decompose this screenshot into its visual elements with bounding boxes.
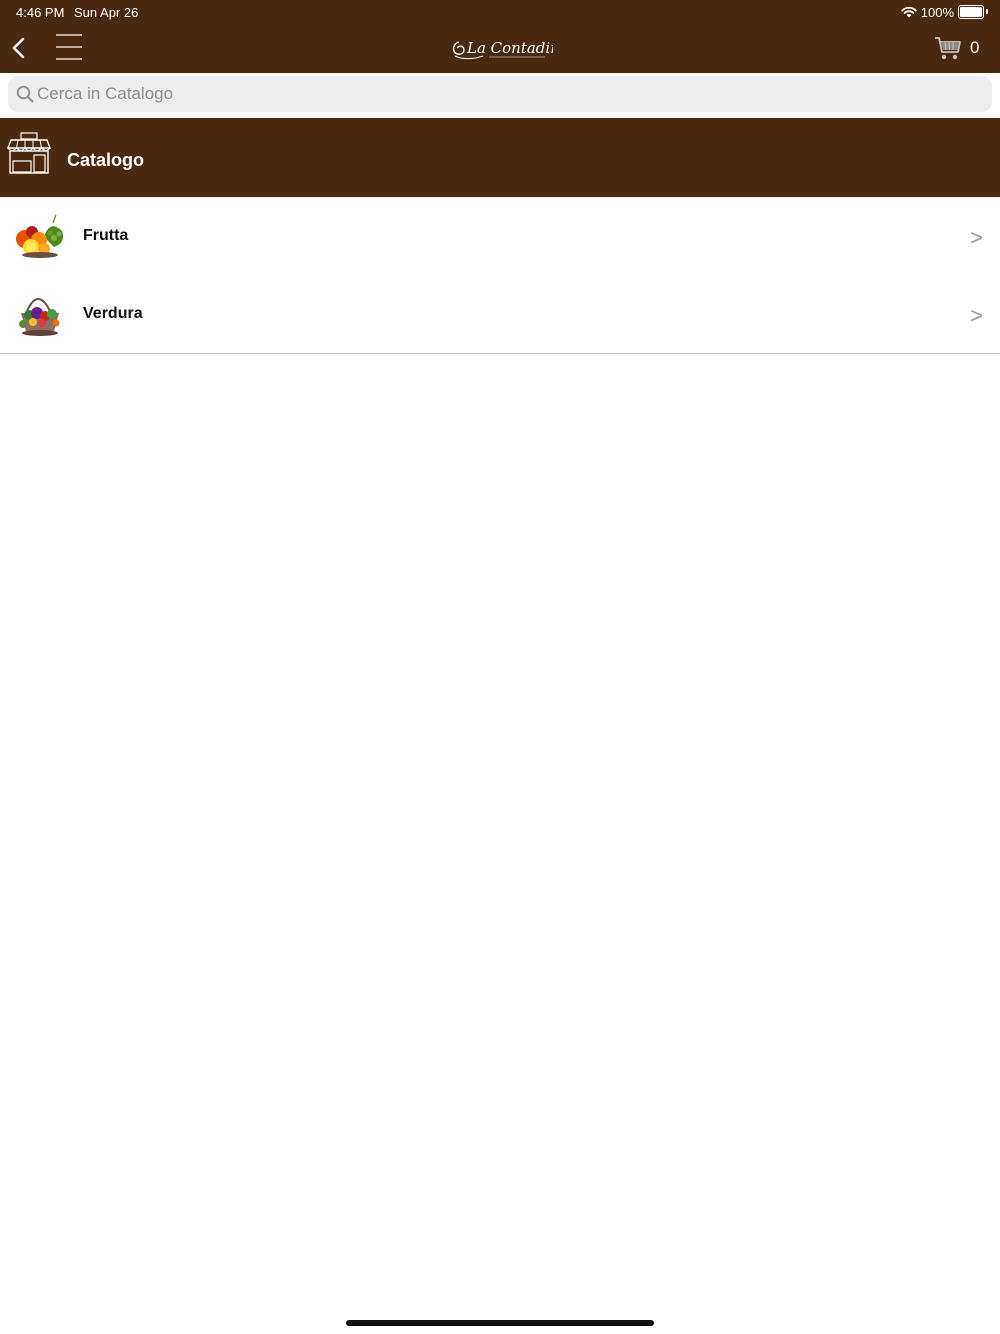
battery-icon [958,5,988,19]
search-icon [16,85,34,103]
svg-text:La Contadina: La Contadina [466,39,553,57]
category-label: Frutta [83,227,129,244]
cart-button[interactable]: 0 [934,33,979,63]
battery-percent: 100% [920,4,954,20]
status-date: Sun Apr 26 [74,5,139,20]
home-indicator[interactable] [346,1320,654,1326]
battery-level [960,7,982,17]
search-bar[interactable] [8,76,992,112]
search-input[interactable] [37,76,977,112]
catalog-title: Catalogo [67,150,145,170]
menu-button[interactable] [55,33,83,61]
chevron-right-icon: > [970,225,983,250]
category-row-frutta[interactable]: Frutta > [0,197,1000,276]
store-icon [7,132,51,174]
top-bar: 4:46 PM Sun Apr 26 100% La Contadina [0,0,1000,73]
category-label: Verdura [83,305,143,322]
catalog-header: Catalogo [0,118,1000,197]
status-indicators: 100% [901,4,988,20]
shopping-cart-icon [935,37,961,60]
category-row-verdura[interactable]: Verdura > [0,275,1000,354]
hamburger-menu-icon [56,34,82,60]
chevron-left-icon [12,37,25,59]
status-time: 4:46 PM [16,5,65,20]
app-logo: La Contadina [449,34,569,62]
chevron-right-icon: > [970,303,983,328]
fruit-basket-icon [16,214,63,258]
vegetable-basket-icon [19,298,60,336]
wifi-icon [901,6,917,18]
back-button[interactable] [8,34,32,62]
cart-count: 0 [970,38,980,57]
